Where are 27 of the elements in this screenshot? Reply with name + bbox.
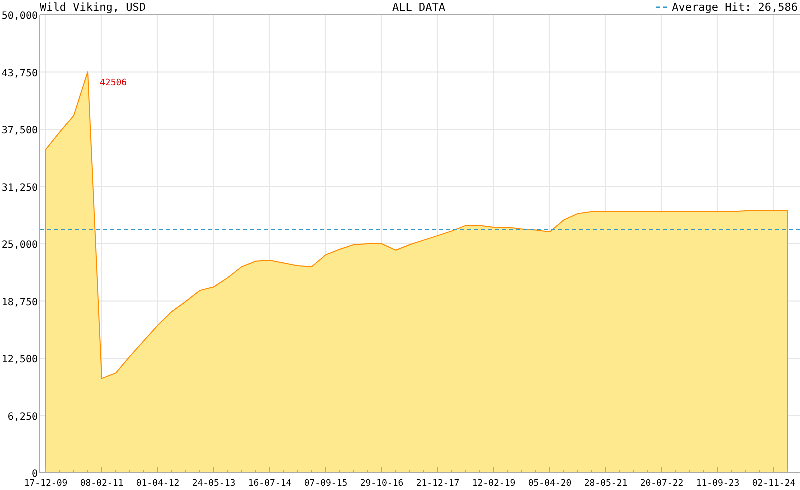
axis-tick-label: 24-05-13 — [192, 479, 236, 489]
axis-tick-label: 6,250 — [8, 412, 38, 423]
axis-tick-label: 43,750 — [2, 68, 38, 80]
data-label: 42506 — [100, 78, 128, 89]
chart-title: Wild Viking, USD — [40, 1, 147, 14]
axis-tick-label: 17-12-09 — [24, 479, 68, 489]
axis-tick-label: 0 — [32, 469, 38, 480]
axis-tick-label: 29-10-16 — [360, 479, 404, 489]
legend-label: Average Hit: 26,586 — [672, 1, 798, 14]
axis-tick-label: 21-12-17 — [416, 479, 460, 489]
axis-tick-label: 08-02-11 — [80, 479, 124, 489]
axis-tick-label: 18,750 — [2, 297, 38, 308]
axis-tick-label: 16-07-14 — [248, 479, 292, 489]
axis-tick-label: 12,500 — [2, 354, 38, 366]
chart-subtitle: ALL DATA — [392, 1, 446, 14]
axis-tick-label: 31,250 — [2, 182, 38, 194]
axis-tick-label: 11-09-23 — [696, 479, 740, 489]
axis-tick-label: 50,000 — [2, 11, 38, 22]
axis-tick-label: 25,000 — [2, 240, 38, 251]
axis-tick-label: 02-11-24 — [752, 479, 796, 489]
axis-tick-label: 37,500 — [2, 126, 38, 136]
axis-tick-label: 28-05-21 — [584, 479, 628, 489]
axis-tick-label: 12-02-19 — [472, 479, 516, 489]
axis-tick-label: 05-04-20 — [528, 479, 572, 489]
axis-tick-label: 01-04-12 — [136, 479, 180, 489]
axis-tick-label: 20-07-22 — [640, 479, 684, 489]
axis-tick-label: 07-09-15 — [304, 479, 348, 489]
